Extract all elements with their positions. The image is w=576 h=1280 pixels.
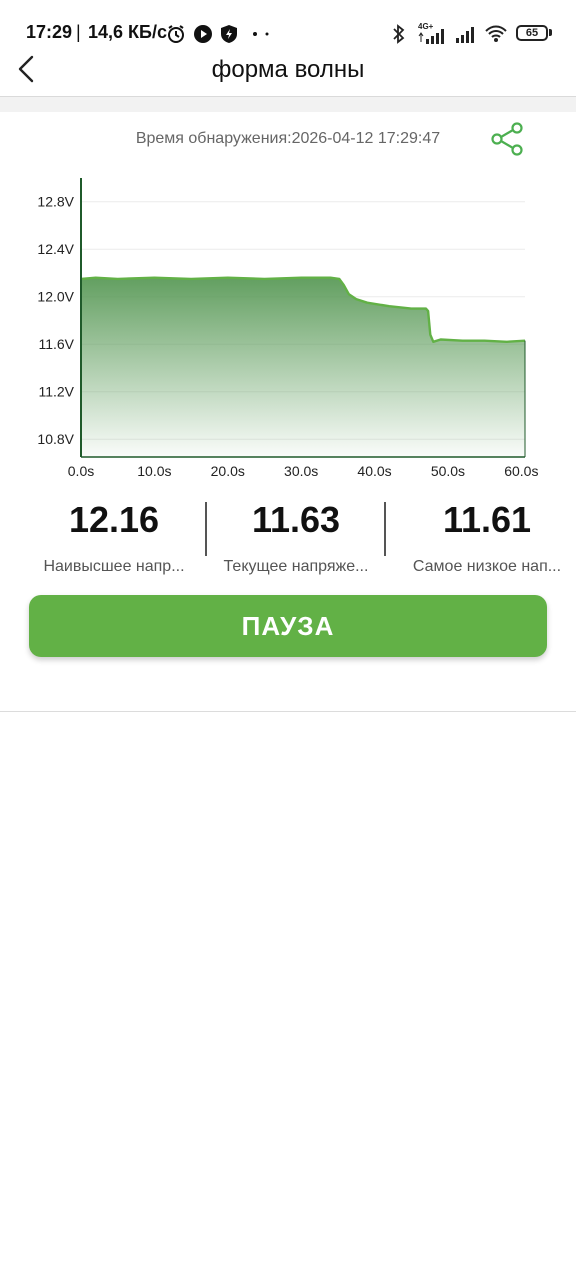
x-tick-label: 0.0s [68,463,94,479]
alarm-icon [168,25,184,43]
security-shield-icon [221,25,237,43]
y-tick-label: 11.2V [38,384,74,400]
max-voltage-value: 12.16 [68,499,160,540]
play-icon [194,25,212,43]
bluetooth-icon [393,24,405,44]
x-tick-label: 60.0s [504,463,538,479]
page-title: форма волны [211,56,365,83]
min-voltage-value: 11.61 [442,499,532,540]
status-time: 17:29 [26,22,73,42]
status-bar: 17:29 | 14,6 КБ/с 4G+ 65 [0,0,576,52]
battery-tip [549,29,552,36]
stat-max: 12.16 Наивысшее напр... [19,498,209,576]
signal-icon-2 [456,27,474,43]
current-voltage-value: 11.63 [251,499,341,540]
min-voltage-label: Самое низкое нап... [412,558,562,575]
x-tick-label: 30.0s [284,463,318,479]
share-icon [491,122,523,156]
y-tick-label: 12.4V [37,241,74,257]
section-divider [0,711,576,712]
battery-indicator: 65 [516,25,548,41]
stat-min: 11.61 Самое низкое нап... [392,498,576,576]
max-voltage-label: Наивысшее напр... [43,558,185,575]
x-tick-label: 40.0s [357,463,391,479]
y-tick-label: 10.8V [37,431,74,447]
share-button[interactable] [490,122,526,156]
voltage-waveform-chart: 12.8V 12.4V 12.0V 11.6V 11.2V 10.8V 0.0s 10.0s 2… [37,178,538,479]
stat-divider [384,502,386,556]
stat-current: 11.63 Текущее напряже... [201,498,391,576]
more-dots-icon [253,32,269,36]
status-net-speed: 14,6 КБ/с [88,22,167,42]
x-tick-label: 10.0s [137,463,171,479]
status-separator: | [76,22,81,42]
wifi-icon [485,25,507,42]
current-voltage-label: Текущее напряже... [223,558,369,575]
chart-area-layer [80,276,526,457]
battery-level: 65 [525,27,539,39]
pause-button[interactable]: ПАУЗА [29,595,547,657]
y-tick-label: 12.8V [37,194,74,210]
x-tick-label: 20.0s [211,463,245,479]
y-tick-label: 12.0V [37,289,74,305]
series-area-fill [81,277,525,457]
signal-icon [418,29,444,44]
header-divider [0,96,576,112]
y-tick-label: 11.6V [38,336,74,352]
x-tick-label: 50.0s [431,463,465,479]
